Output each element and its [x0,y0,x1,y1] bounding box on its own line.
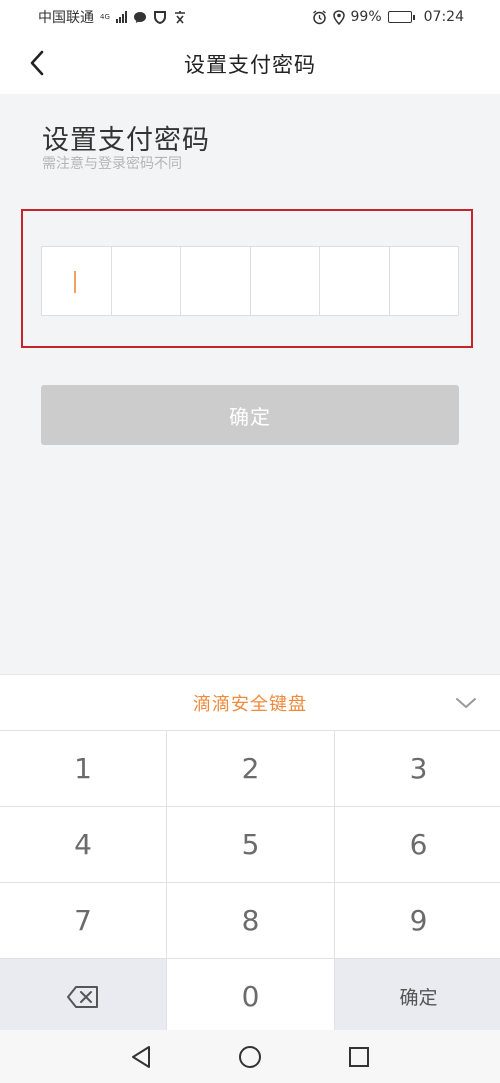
status-bar: 中国联通 4G 99% 07:24 [0,0,500,34]
section-heading: 设置支付密码 [42,125,210,156]
carrier-name: 中国联通 [38,10,94,26]
alarm-icon [312,9,326,24]
network-type: 4G [100,12,110,21]
pin-cell[interactable] [251,247,320,315]
backspace-key[interactable] [0,959,166,1034]
key-0[interactable]: 0 [167,959,334,1034]
key-8[interactable]: 8 [167,883,334,958]
battery-percent: 99% [350,9,382,25]
pin-cell[interactable] [181,247,251,315]
pin-cell[interactable] [42,247,112,315]
section-subheading: 需注意与登录密码不同 [42,156,182,172]
page-title: 设置支付密码 [184,53,316,77]
clock-time: 07:24 [423,9,464,25]
system-nav-bar [0,1030,500,1083]
key-5[interactable]: 5 [167,807,334,882]
nav-bar: 设置支付密码 [0,34,500,94]
battery-icon [387,11,415,23]
translate-icon [174,11,185,24]
key-1[interactable]: 1 [0,731,166,806]
app-shield-icon [153,11,166,24]
key-9[interactable]: 9 [335,883,500,958]
location-icon [332,9,345,25]
status-right: 99% 07:24 [312,9,464,25]
backspace-icon [67,985,98,1008]
pin-cell[interactable] [112,247,181,315]
key-4[interactable]: 4 [0,807,166,882]
text-caret [74,271,76,293]
chevron-down-icon[interactable] [454,691,478,715]
numeric-keypad: 1 2 3 4 5 6 7 8 9 0 确定 [0,730,500,1034]
confirm-button[interactable]: 确定 [41,385,459,445]
key-6[interactable]: 6 [335,807,500,882]
back-button[interactable] [22,48,52,78]
keyboard-header: 滴滴安全键盘 [0,674,500,730]
signal-icon [115,11,127,23]
key-3[interactable]: 3 [335,731,500,806]
status-left: 中国联通 4G [38,7,187,27]
key-7[interactable]: 7 [0,883,166,958]
chevron-left-icon [30,50,44,76]
keyboard-title: 滴滴安全键盘 [193,693,307,715]
pin-cell[interactable] [390,247,459,315]
pin-cell[interactable] [320,247,390,315]
key-2[interactable]: 2 [167,731,334,806]
nav-recents-icon[interactable] [348,1046,370,1068]
nav-home-icon[interactable] [238,1045,262,1069]
pin-input[interactable] [41,246,459,316]
nav-back-icon[interactable] [130,1045,152,1069]
keyboard-confirm-key[interactable]: 确定 [335,959,500,1034]
chat-bubble-icon [133,11,146,23]
